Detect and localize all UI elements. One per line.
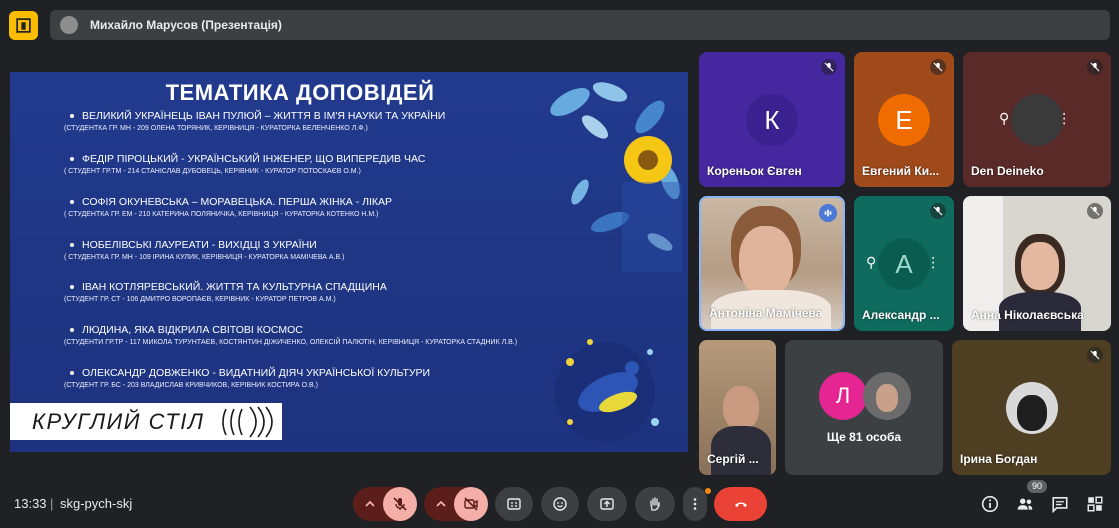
end-call-icon [734, 502, 747, 507]
presenter-avatar [60, 16, 78, 34]
presenter-name: Михайло Марусов (Презентація) [90, 18, 282, 32]
avatar [863, 372, 911, 420]
participant-name: Евгений Ки... [862, 164, 940, 178]
chevron-up-icon [365, 500, 375, 507]
more-options-icon[interactable]: ⋮ [1057, 110, 1071, 127]
mic-off-icon [1087, 203, 1103, 219]
participant-name: Александр ... [862, 308, 940, 322]
more-participants-label: Ще 81 особа [826, 430, 902, 444]
participant-tile[interactable]: Анна Ніколаєвська [963, 196, 1111, 331]
avatar: К [746, 94, 798, 146]
mic-off-icon [1087, 347, 1103, 363]
meeting-info-button[interactable] [979, 493, 1001, 515]
meeting-logo-icon [9, 11, 38, 40]
people-icon [1017, 498, 1033, 510]
mic-off-icon [1087, 59, 1103, 75]
participant-name: Сергій ... [707, 452, 759, 466]
slide-topic: ЛЮДИНА, ЯКА ВІДКРИЛА СВІТОВІ КОСМОС (СТУ… [64, 324, 518, 346]
participant-tile[interactable]: Е Евгений Ки... [854, 52, 954, 187]
more-participants-tile[interactable]: Л Ще 81 особа [785, 340, 943, 475]
speaking-indicator-icon [819, 204, 837, 222]
round-table-banner: КРУГЛИЙ СТІЛ [10, 403, 282, 440]
raise-hand-button[interactable] [635, 487, 675, 521]
tile-controls[interactable]: ⚲ ⋮ [866, 254, 940, 271]
info-icon [981, 495, 999, 513]
captions-button[interactable] [495, 487, 533, 521]
slide-topic: ФЕДІР ПІРОЦЬКИЙ - УКРАЇНСЬКИЙ ІНЖЕНЕР, Щ… [64, 153, 426, 175]
mic-options-button[interactable] [357, 487, 383, 521]
avatar: Л [819, 372, 867, 420]
tile-controls[interactable]: ⚲ ⋮ [999, 110, 1071, 127]
camera-toggle-button[interactable] [454, 487, 488, 521]
camera-options-button[interactable] [428, 487, 454, 521]
notification-dot [705, 488, 711, 494]
slide-topic: ОЛЕКСАНДР ДОВЖЕНКО - ВИДАТНИЙ ДІЯЧ УКРАЇ… [64, 367, 431, 389]
mic-off-icon [930, 59, 946, 75]
activities-button[interactable] [1084, 493, 1106, 515]
participant-name: Den Deineko [971, 164, 1044, 178]
meeting-time: 13:33 [14, 496, 47, 511]
slide-topic: НОБЕЛІВСЬКІ ЛАУРЕАТИ - ВИХІДЦІ З УКРАЇНИ… [64, 239, 345, 261]
participant-tile[interactable]: Ірина Богдан [952, 340, 1111, 475]
more-options-button[interactable] [683, 487, 707, 521]
emoji-button[interactable] [541, 487, 579, 521]
participant-tile[interactable]: Сергій ... [699, 340, 776, 475]
raise-hand-icon [650, 497, 660, 511]
slide-topic: СОФІЯ ОКУНЕВСЬКА – МОРАВЕЦЬКА. ПЕРША ЖІН… [64, 196, 393, 218]
emoji-icon [553, 497, 567, 511]
participant-tile[interactable]: А ⚲ ⋮ Александр ... [854, 196, 954, 331]
mic-toggle-button[interactable] [383, 487, 417, 521]
avatar: Е [878, 94, 930, 146]
participant-tile[interactable]: К Кореньок Євген [699, 52, 845, 187]
slide-title: ТЕМАТИКА ДОПОВІДЕЙ [165, 80, 435, 105]
pin-icon[interactable]: ⚲ [999, 110, 1009, 127]
mic-off-icon [930, 203, 946, 219]
participant-name: Антоніна Мамічева [709, 306, 823, 320]
avatar [1006, 382, 1058, 434]
presenter-chip[interactable]: Михайло Марусов (Презентація) [50, 10, 1110, 40]
chat-icon [1052, 497, 1068, 513]
pin-icon[interactable]: ⚲ [866, 254, 876, 271]
camera-off-icon [464, 497, 478, 511]
more-options-icon [693, 498, 697, 510]
end-call-button[interactable] [714, 487, 767, 521]
chat-button[interactable] [1049, 493, 1071, 515]
participant-name: Кореньок Євген [707, 164, 802, 178]
people-count-badge: 90 [1027, 480, 1048, 493]
more-options-icon[interactable]: ⋮ [926, 254, 940, 271]
participant-name: Анна Ніколаєвська [971, 308, 1084, 322]
meeting-code: skg-pych-skj [60, 496, 133, 511]
slide-topic: ІВАН КОТЛЯРЕВСЬКИЙ. ЖИТТЯ ТА КУЛЬТУРНА С… [64, 281, 387, 303]
chevron-up-icon [436, 500, 446, 507]
participant-tile[interactable]: ⚲ ⋮ Den Deineko [963, 52, 1111, 187]
captions-icon [507, 498, 521, 510]
participant-tile[interactable]: Антоніна Мамічева [699, 196, 845, 331]
presentation-slide: ТЕМАТИКА ДОПОВІДЕЙ ВЕЛИКИЙ УКРАЇНЕЦЬ ІВА… [10, 72, 688, 452]
participant-name: Ірина Богдан [960, 452, 1038, 466]
present-button[interactable] [587, 487, 627, 521]
mic-off-icon [821, 59, 837, 75]
separator: | [50, 496, 54, 511]
slide-topic: ВЕЛИКИЙ УКРАЇНЕЦЬ ІВАН ПУЛЮЙ – ЖИТТЯ В І… [64, 110, 446, 132]
activities-icon [1087, 496, 1103, 512]
mic-off-icon [393, 497, 407, 511]
present-icon [600, 498, 614, 510]
people-button[interactable] [1014, 493, 1036, 515]
